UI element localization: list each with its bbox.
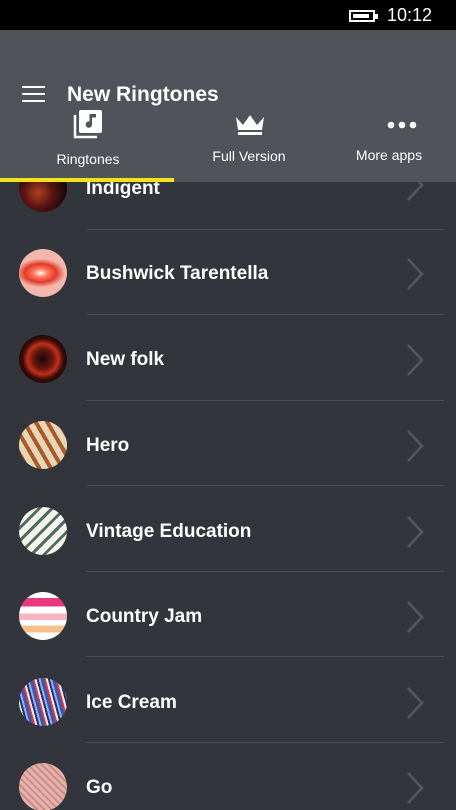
list-item[interactable]: Bushwick Tarentella bbox=[0, 229, 456, 314]
list-item[interactable]: Hero bbox=[0, 400, 456, 485]
ringtone-artwork bbox=[19, 421, 67, 469]
tab-ringtones[interactable]: Ringtones bbox=[0, 110, 176, 182]
row-divider bbox=[86, 571, 444, 572]
ringtone-artwork bbox=[19, 763, 67, 810]
hamburger-menu-icon[interactable] bbox=[22, 86, 45, 103]
chevron-right-icon bbox=[407, 601, 424, 633]
ringtone-title: Country Jam bbox=[86, 606, 203, 627]
ringtone-artwork bbox=[19, 335, 67, 383]
status-bar: 10:12 bbox=[0, 0, 456, 30]
ringtone-title: Bushwick Tarentella bbox=[86, 263, 269, 284]
chevron-right-icon bbox=[407, 687, 424, 719]
more-dots-icon bbox=[387, 121, 417, 129]
row-divider bbox=[86, 656, 444, 657]
row-divider bbox=[86, 229, 444, 230]
row-divider bbox=[86, 400, 444, 401]
ringtone-title: Go bbox=[86, 777, 113, 798]
page-title: New Ringtones bbox=[67, 83, 219, 106]
list-item[interactable]: Ice Cream bbox=[0, 656, 456, 741]
chevron-right-icon bbox=[407, 182, 424, 201]
ringtone-artwork bbox=[19, 507, 67, 555]
ringtone-title: Indigent bbox=[86, 182, 160, 199]
chevron-right-icon bbox=[407, 516, 424, 548]
battery-icon bbox=[349, 10, 378, 22]
list-item[interactable]: Vintage Education bbox=[0, 485, 456, 570]
list-item[interactable]: Country Jam bbox=[0, 571, 456, 656]
row-divider bbox=[86, 314, 444, 315]
chevron-right-icon bbox=[407, 772, 424, 804]
ringtone-artwork bbox=[19, 249, 67, 297]
ringtone-title: Vintage Education bbox=[86, 521, 252, 542]
ringtone-artwork bbox=[19, 592, 67, 640]
tab-ringtones-label: Ringtones bbox=[56, 151, 120, 167]
tab-full-version-label: Full Version bbox=[212, 148, 286, 164]
tab-more-apps-label: More apps bbox=[355, 147, 423, 163]
list-item[interactable]: Indigent bbox=[0, 182, 456, 231]
row-divider bbox=[86, 742, 444, 743]
list-item[interactable]: Go bbox=[0, 742, 456, 810]
chevron-right-icon bbox=[407, 430, 424, 462]
tab-full-version[interactable]: Full Version bbox=[176, 115, 322, 182]
crown-icon bbox=[236, 115, 264, 135]
chevron-right-icon bbox=[407, 258, 424, 290]
ringtone-title: Hero bbox=[86, 435, 130, 456]
ringtone-title: New folk bbox=[86, 349, 165, 370]
row-divider bbox=[86, 485, 444, 486]
ringtone-title: Ice Cream bbox=[86, 692, 177, 713]
ringtone-artwork bbox=[19, 182, 67, 212]
status-time: 10:12 bbox=[386, 5, 432, 25]
music-library-icon bbox=[73, 110, 102, 139]
tab-more-apps[interactable]: More apps bbox=[322, 121, 456, 182]
chevron-right-icon bbox=[407, 344, 424, 376]
ringtone-list[interactable]: Indigent Bushwick Tarentella New folk He… bbox=[0, 182, 456, 810]
list-item[interactable]: New folk bbox=[0, 314, 456, 399]
ringtone-artwork bbox=[19, 678, 67, 726]
